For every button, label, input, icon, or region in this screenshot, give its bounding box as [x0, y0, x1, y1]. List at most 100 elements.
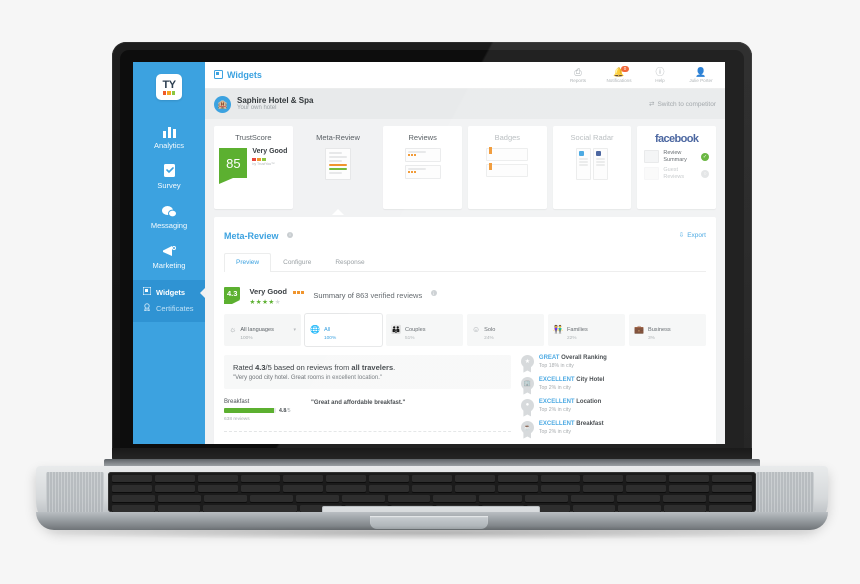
badge-item: 🏢 EXCELLENT City Hotel Top 2% in city [520, 376, 706, 393]
reports-icon: ⎙ [574, 67, 582, 77]
facebook-option-guest-reviews[interactable]: Guest Reviews ○ [637, 167, 716, 180]
segment-label: Couples [404, 327, 426, 333]
panel-title-wrap: Meta-Review i [224, 226, 293, 244]
ribbon-cup-icon: ☕ [520, 420, 534, 437]
category-progress-bar [224, 408, 276, 414]
category-quote: "Great and affordable breakfast." [311, 399, 406, 406]
badge-item: ● EXCELLENT Location Top 2% in city [520, 398, 706, 415]
sidebar-item-analytics[interactable]: Analytics [133, 116, 205, 156]
reports-label: Reports [569, 78, 587, 83]
widgets-icon [214, 69, 223, 81]
category-score-row: 4.8/5 [224, 408, 302, 414]
badge-sub: Top 18% in city [538, 362, 574, 369]
segment-label: Solo [484, 327, 496, 333]
badge-sub: Top 2% in city [538, 428, 571, 435]
divider [224, 430, 511, 432]
notifications-button[interactable]: 🔔 0 Notifications [604, 66, 634, 83]
badge-title: GREAT Overall Ranking [539, 355, 607, 362]
widget-card-meta-review[interactable]: Meta-Review [298, 126, 378, 215]
tab-preview[interactable]: Preview [224, 253, 272, 272]
sidebar-item-label: Marketing [152, 261, 186, 270]
business-icon: 💼 [634, 325, 644, 335]
breadcrumb[interactable]: Widgets [214, 69, 262, 81]
badges-preview-icon [486, 147, 529, 180]
solo-icon: ☺ [472, 325, 481, 335]
user-icon: 👤 [695, 67, 707, 77]
export-button[interactable]: ⇩ Export [678, 231, 706, 240]
segment-all-languages[interactable]: ☼ All languages 100% ▾ [224, 314, 301, 346]
rated-mid: /5 based on reviews from [265, 362, 352, 372]
segment-percent: 24% [484, 336, 494, 341]
summary-score: 4.3 [224, 287, 241, 304]
bar-chart-icon [162, 123, 177, 138]
thumbnail-icon [644, 167, 660, 180]
segment-business[interactable]: 💼 Business 3% [629, 314, 706, 346]
user-name-label: Julie Porter [689, 78, 713, 83]
social-radar-preview-icon [576, 148, 609, 180]
hotel-subtitle: Your own hotel [237, 105, 277, 111]
badge-name: Breakfast [576, 420, 604, 427]
sidebar-item-certificates[interactable]: Certificates [133, 300, 205, 316]
segment-percent: 22% [566, 336, 577, 341]
segment-solo[interactable]: ☺ Solo 24% [467, 314, 544, 346]
summary-stars-icon: ★★★★★ [249, 299, 282, 306]
notifications-label: Notifications [606, 78, 632, 83]
globe-icon: 🌐 [310, 325, 320, 335]
app-logo[interactable]: TY [156, 74, 182, 100]
segment-couples[interactable]: 👪 Couples 51% [386, 314, 463, 346]
laptop-screen: TY Analytics Survey Messaging Marketing … [133, 62, 725, 444]
info-icon[interactable]: i [286, 231, 293, 238]
speaker-grill-left [46, 472, 104, 512]
chevron-down-icon[interactable]: ▾ [293, 327, 296, 333]
facebook-option-review-summary[interactable]: Review Summary ✓ [637, 150, 716, 163]
reviews-preview-icon [404, 148, 441, 182]
sidebar-item-messaging[interactable]: Messaging [133, 196, 205, 236]
families-icon: 👫 [553, 325, 563, 335]
sidebar-item-label: Messaging [150, 221, 188, 230]
rated-end: . [393, 362, 396, 372]
sidebar-nav: Analytics Survey Messaging Marketing [133, 116, 205, 276]
summary-text-wrap: Summary of 863 verified reviews i [313, 285, 437, 303]
segment-filter-row: ☼ All languages 100% ▾ 🌐 All 100% 👪 Coup… [224, 314, 706, 346]
page-title: Meta-Review [224, 231, 279, 241]
tab-response[interactable]: Response [323, 253, 376, 271]
badge-name: City Hotel [576, 376, 605, 383]
review-summary-column: Rated 4.3/5 based on reviews from all tr… [224, 354, 511, 443]
clipboard-check-icon [163, 163, 176, 178]
export-icon: ⇩ [678, 232, 685, 239]
badge-quality: EXCELLENT [538, 420, 575, 427]
widget-card-facebook[interactable]: facebook Review Summary ✓ Guest Reviews … [637, 126, 717, 209]
logo-squares [162, 91, 176, 95]
sidebar-item-survey[interactable]: Survey [133, 156, 205, 196]
main-area: Widgets ⎙ Reports 🔔 0 Notifications ⓘ He… [205, 62, 725, 444]
languages-icon: ☼ [229, 325, 237, 335]
shuffle-icon: ⇄ [649, 101, 655, 108]
sidebar-item-marketing[interactable]: Marketing [133, 236, 205, 276]
switch-to-competitor-button[interactable]: ⇄ Switch to competitor [649, 100, 716, 109]
sidebar-item-widgets[interactable]: Widgets [133, 284, 205, 300]
ribbon-star-icon: ★ [520, 354, 534, 371]
info-icon[interactable]: i [430, 290, 437, 297]
facebook-option-label: Guest Reviews [663, 167, 685, 180]
summary-header: 4.3 Very Good ★★★★★ Summary of 863 verif… [224, 281, 706, 306]
category-name: Breakfast [224, 398, 250, 405]
segment-families[interactable]: 👫 Families 22% [548, 314, 625, 346]
topbar-actions: ⎙ Reports 🔔 0 Notifications ⓘ Help 👤 Jul… [563, 66, 716, 83]
hotel-bar: 🏨 Saphire Hotel & Spa Your own hotel ⇄ S… [205, 89, 725, 119]
widget-card-title: Meta-Review [316, 133, 360, 142]
badge-name: Overall Ranking [561, 354, 607, 361]
widget-card-trustscore[interactable]: TrustScore 85 Very Good by TrustYou™ [214, 126, 293, 209]
reports-button[interactable]: ⎙ Reports [563, 67, 593, 83]
badge-quality: GREAT [538, 354, 560, 361]
segment-all[interactable]: 🌐 All 100% [305, 314, 382, 346]
widget-card-badges[interactable]: Badges [468, 126, 547, 209]
widget-card-reviews[interactable]: Reviews [383, 126, 463, 209]
badge-text: EXCELLENT Location Top 2% in city [539, 399, 601, 413]
user-menu-button[interactable]: 👤 Julie Porter [686, 67, 716, 83]
summary-text: Summary of 863 verified reviews [313, 290, 423, 300]
widget-card-social-radar[interactable]: Social Radar [552, 126, 632, 209]
badge-text: EXCELLENT Breakfast Top 2% in city [539, 421, 604, 435]
tab-configure[interactable]: Configure [271, 253, 323, 271]
help-button[interactable]: ⓘ Help [645, 67, 675, 83]
rated-pre: Rated [233, 362, 256, 372]
